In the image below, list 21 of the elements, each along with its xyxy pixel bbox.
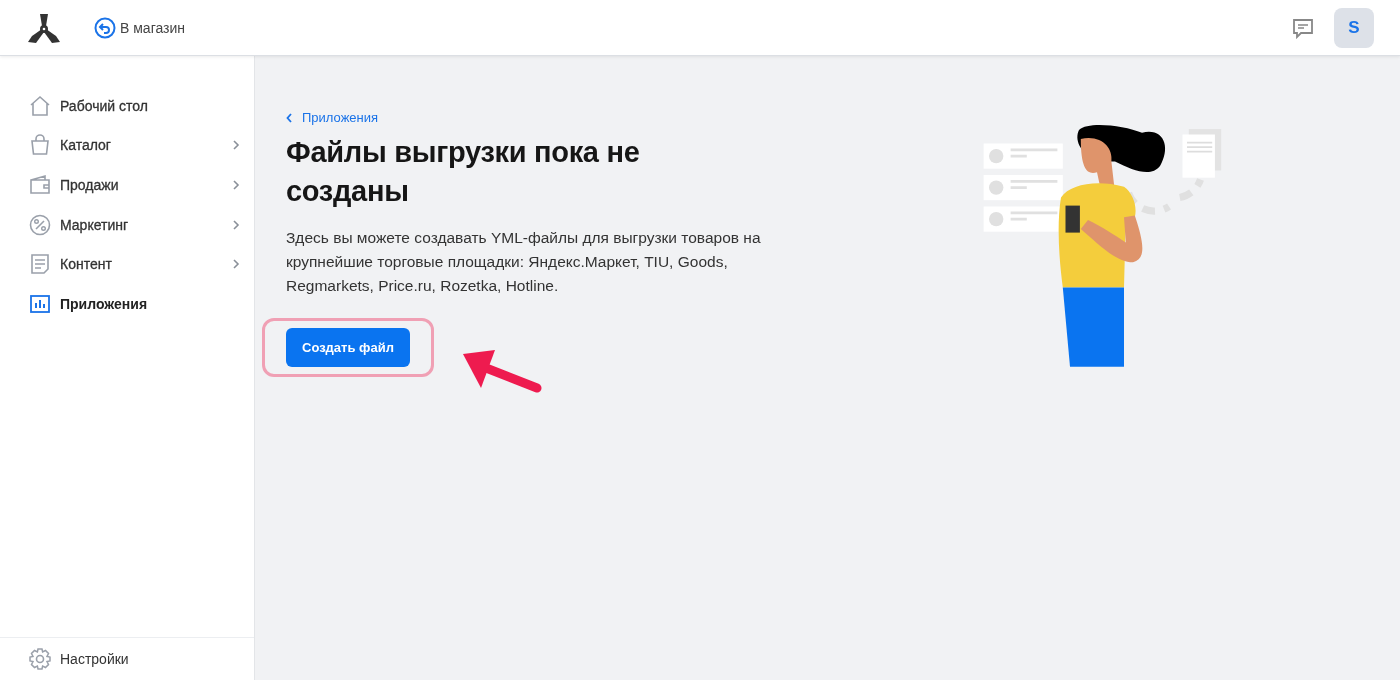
sidebar-item[interactable]: Продажи <box>0 165 254 205</box>
home-icon <box>28 93 52 118</box>
sidebar-item[interactable]: Каталог <box>0 125 254 166</box>
create-file-button[interactable]: Создать файл <box>286 328 410 367</box>
logo-icon[interactable] <box>26 11 62 44</box>
sidebar-item[interactable]: Контент <box>0 244 254 284</box>
chat-icon[interactable] <box>1292 16 1314 39</box>
document-icon <box>28 252 52 277</box>
bag-icon <box>28 133 52 158</box>
sidebar-item[interactable]: Приложения <box>0 283 254 324</box>
percent-icon <box>28 212 52 237</box>
breadcrumb-link[interactable]: Приложения <box>286 110 806 125</box>
settings-item[interactable]: Настройки <box>0 637 254 680</box>
wallet-icon <box>28 173 52 197</box>
page-title: Файлы выгрузки пока не созданы <box>286 135 641 209</box>
chevron-left-icon <box>286 112 293 123</box>
settings-icon <box>28 647 52 671</box>
sidebar-item[interactable]: Маркетинг <box>0 204 254 245</box>
description-text: Здесь вы можете создавать YML-файлы для выгрузки товаров на крупнейшие торговые площадки: Яндекс.Маркет, TIU, Goods, Regmarkets, Price.ru, Rozetka, Hotline. <box>286 228 762 296</box>
back-to-store-link[interactable]: В магазин <box>94 16 186 39</box>
sidebar-item[interactable]: Рабочий стол <box>0 86 254 126</box>
